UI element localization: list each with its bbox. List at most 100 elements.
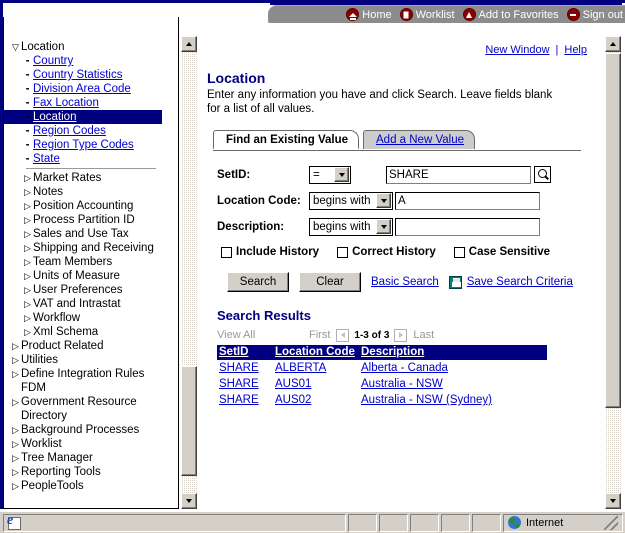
cell-link-setid[interactable]: SHARE — [219, 378, 259, 390]
menu-item-label: Government Resource Directory — [21, 396, 137, 422]
menu-item-background-processes[interactable]: ▷ Background Processes — [4, 423, 162, 437]
cell-link-code[interactable]: AUS02 — [275, 394, 311, 406]
cell-link-code[interactable]: AUS01 — [275, 378, 311, 390]
correct-history-checkbox-box[interactable] — [337, 246, 349, 258]
table-row[interactable]: SHARE AUS02 Australia - NSW (Sydney) — [217, 392, 547, 408]
case-sensitive-checkbox-box[interactable] — [453, 246, 465, 258]
nav-item-worklist[interactable]: Worklist — [399, 8, 455, 21]
menu-scroll-thumb[interactable] — [181, 366, 197, 476]
menu-tree: ▽ Location - Country - Country Statistics - Div… — [4, 36, 162, 508]
menu-item-label: Shipping and Receiving — [33, 242, 154, 254]
save-search-criteria-link[interactable]: Save Search Criteria — [467, 276, 573, 288]
cell-setid: SHARE — [217, 376, 273, 392]
clear-button[interactable]: Clear — [299, 272, 361, 292]
menu-item-process-partition-id[interactable]: ▷ Process Partition ID — [4, 213, 162, 227]
menu-item-division-area-code[interactable]: - Division Area Code — [4, 82, 162, 96]
menu-item-product-related[interactable]: ▷ Product Related — [4, 339, 162, 353]
new-window-link[interactable]: New Window — [485, 44, 549, 56]
menu-item-state[interactable]: - State — [4, 152, 162, 166]
cell-link-setid[interactable]: SHARE — [219, 394, 259, 406]
description-input[interactable] — [395, 217, 540, 236]
table-row[interactable]: SHARE AUS01 Australia - NSW — [217, 376, 547, 392]
menu-item-peopletools[interactable]: ▷ PeopleTools — [4, 479, 162, 493]
menu-item-workflow[interactable]: ▷ Workflow — [4, 311, 162, 325]
menu-scroll-up-button[interactable] — [181, 36, 197, 52]
menu-item-location[interactable]: - Location — [4, 110, 162, 124]
global-navigation-bar: Home Worklist Add to Favorites Sign out — [268, 5, 625, 23]
menu-item-market-rates[interactable]: ▷ Market Rates — [4, 171, 162, 185]
content-scroll-up-button[interactable] — [605, 36, 621, 52]
search-options: Include History Correct History Case Sen… — [221, 246, 591, 258]
checkbox-include-history[interactable]: Include History — [221, 246, 319, 258]
chevron-right-icon: ▷ — [24, 229, 31, 239]
table-row[interactable]: SHARE ALBERTA Alberta - Canada — [217, 360, 547, 376]
nav-item-sign-out[interactable]: Sign out — [566, 8, 623, 21]
column-header-description[interactable]: Description — [359, 345, 547, 360]
menu-item-xml-schema[interactable]: ▷ Xml Schema — [4, 325, 162, 339]
menu-item-government-resource-directory[interactable]: ▷ Government Resource Directory — [4, 395, 162, 423]
cell-link-description[interactable]: Australia - NSW (Sydney) — [361, 394, 492, 406]
previous-page-icon[interactable] — [336, 328, 350, 342]
tab-find-an-existing-value[interactable]: Find an Existing Value — [213, 130, 360, 149]
cell-link-code[interactable]: ALBERTA — [275, 362, 326, 374]
location-code-input[interactable] — [395, 191, 540, 210]
view-all-link[interactable]: View All — [217, 329, 309, 341]
cell-link-setid[interactable]: SHARE — [219, 362, 259, 374]
menu-item-define-integration-rules-fdm[interactable]: ▷ Define Integration Rules FDM — [4, 367, 162, 395]
next-page-icon[interactable] — [394, 328, 408, 342]
menu-scrollbar[interactable] — [181, 36, 197, 509]
menu-item-tree-manager[interactable]: ▷ Tree Manager — [4, 451, 162, 465]
location-code-operator-select[interactable]: begins with — [309, 191, 393, 210]
tab-bar: Find an Existing Value Add a New Value — [213, 130, 591, 150]
menu-item-region-codes[interactable]: - Region Codes — [4, 124, 162, 138]
menu-item-label: Team Members — [33, 256, 113, 268]
menu-item-region-type-codes[interactable]: - Region Type Codes — [4, 138, 162, 152]
resize-grip[interactable] — [604, 515, 618, 530]
menu-item-fax-location[interactable]: - Fax Location — [4, 96, 162, 110]
menu-item-shipping-and-receiving[interactable]: ▷ Shipping and Receiving — [4, 241, 162, 255]
setid-operator-select[interactable]: = — [309, 165, 351, 184]
menu-item-reporting-tools[interactable]: ▷ Reporting Tools — [4, 465, 162, 479]
magnifier-icon[interactable] — [534, 166, 551, 183]
menu-item-label: Utilities — [21, 354, 59, 366]
column-header-setid[interactable]: SetID — [217, 345, 273, 360]
nav-item-add-to-favorites[interactable]: Add to Favorites — [462, 8, 559, 21]
leaf-dash-icon: - — [25, 83, 30, 95]
menu-item-vat-and-intrastat[interactable]: ▷ VAT and Intrastat — [4, 297, 162, 311]
column-header-location-code[interactable]: Location Code — [273, 345, 359, 360]
tab-add-a-new-value[interactable]: Add a New Value — [363, 130, 476, 149]
cell-link-description[interactable]: Alberta - Canada — [361, 362, 448, 374]
cell-setid: SHARE — [217, 392, 273, 408]
menu-item-sales-and-use-tax[interactable]: ▷ Sales and Use Tax — [4, 227, 162, 241]
menu-item-units-of-measure[interactable]: ▷ Units of Measure — [4, 269, 162, 283]
basic-search-link[interactable]: Basic Search — [371, 276, 439, 288]
content-scroll-down-button[interactable] — [605, 493, 621, 509]
checkbox-correct-history[interactable]: Correct History — [337, 246, 436, 258]
menu-item-utilities[interactable]: ▷ Utilities — [4, 353, 162, 367]
menu-item-notes[interactable]: ▷ Notes — [4, 185, 162, 199]
menu-item-worklist[interactable]: ▷ Worklist — [4, 437, 162, 451]
menu-scroll-down-button[interactable] — [181, 493, 197, 509]
menu-item-location[interactable]: ▽ Location — [4, 40, 162, 54]
menu-item-user-preferences[interactable]: ▷ User Preferences — [4, 283, 162, 297]
chevron-right-icon: ▷ — [24, 257, 31, 267]
save-disk-icon[interactable] — [448, 275, 462, 289]
include-history-checkbox-box[interactable] — [221, 246, 232, 258]
description-operator-select[interactable]: begins with — [309, 217, 393, 236]
search-button[interactable]: Search — [227, 272, 289, 292]
content-scrollbar[interactable] — [605, 36, 621, 509]
leaf-dash-icon: - — [25, 153, 30, 165]
nav-item-home[interactable]: Home — [346, 8, 392, 21]
menu-item-country[interactable]: - Country — [4, 54, 162, 68]
checkbox-case-sensitive[interactable]: Case Sensitive — [453, 246, 550, 258]
last-page-link[interactable]: Last — [413, 329, 434, 341]
first-page-link[interactable]: First — [309, 329, 330, 341]
setid-input[interactable] — [386, 165, 531, 184]
content-scroll-thumb[interactable] — [605, 53, 621, 408]
menu-item-team-members[interactable]: ▷ Team Members — [4, 255, 162, 269]
menu-item-country-statistics[interactable]: - Country Statistics — [4, 68, 162, 82]
menu-item-position-accounting[interactable]: ▷ Position Accounting — [4, 199, 162, 213]
security-zone-panel[interactable]: Internet — [503, 513, 623, 532]
cell-link-description[interactable]: Australia - NSW — [361, 378, 443, 390]
help-link[interactable]: Help — [564, 44, 587, 56]
